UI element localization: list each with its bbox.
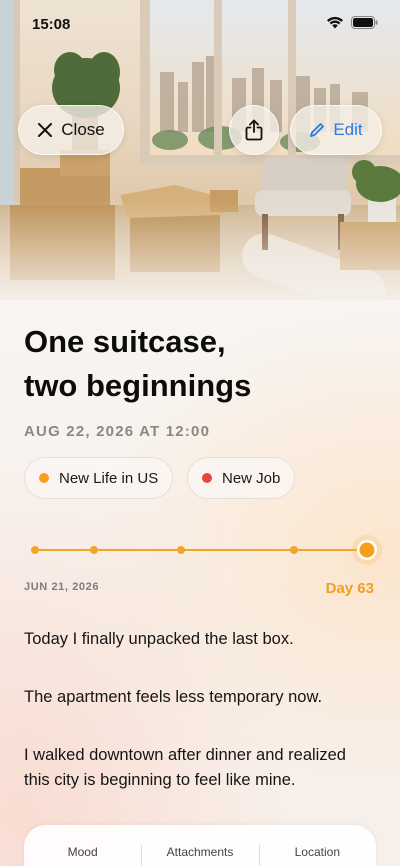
- timeline-marker[interactable]: [31, 546, 39, 554]
- share-button[interactable]: [229, 105, 279, 155]
- tag-label: New Job: [222, 469, 281, 487]
- status-icons: [326, 16, 378, 29]
- status-time: 15:08: [32, 16, 71, 33]
- status-bar: 15:08: [0, 0, 400, 50]
- tab-mood[interactable]: Mood: [24, 825, 141, 866]
- entry-title-line-2: two beginnings: [24, 368, 252, 403]
- timeline[interactable]: [0, 530, 400, 570]
- battery-icon: [351, 16, 378, 29]
- tag-color-dot: [202, 473, 212, 483]
- timeline-current-marker[interactable]: [359, 542, 375, 558]
- edit-label: Edit: [333, 120, 363, 139]
- tab-location[interactable]: Location: [258, 825, 376, 866]
- entry-title: One suitcase, two beginnings: [24, 320, 374, 408]
- timeline-marker[interactable]: [177, 546, 185, 554]
- pencil-icon: [310, 123, 325, 137]
- entry-body: Today I finally unpacked the last box. T…: [24, 627, 376, 826]
- share-icon: [245, 119, 263, 141]
- close-label: Close: [61, 120, 105, 139]
- edit-button[interactable]: Edit: [290, 105, 382, 155]
- timeline-marker[interactable]: [90, 546, 98, 554]
- entry-title-line-1: One suitcase,: [24, 324, 226, 359]
- tag-new-life-in-us[interactable]: New Life in US: [24, 457, 174, 499]
- timeline-start-date: JUN 21, 2026: [24, 581, 100, 593]
- timeline-day-count: Day 63: [325, 580, 374, 597]
- entry-paragraph: The apartment feels less temporary now.: [24, 688, 323, 706]
- tag-color-dot: [39, 473, 49, 483]
- timeline-marker[interactable]: [290, 546, 298, 554]
- entry-date: AUG 22, 2026 AT 12:00: [24, 423, 211, 440]
- close-icon: [38, 123, 53, 137]
- wifi-icon: [327, 16, 343, 29]
- tag-new-job[interactable]: New Job: [187, 457, 296, 499]
- bottom-tab-bar: Mood Attachments Location: [24, 825, 376, 866]
- tab-attachments[interactable]: Attachments: [141, 825, 258, 866]
- entry-paragraph: Today I finally unpacked the last box.: [24, 630, 294, 648]
- close-button[interactable]: Close: [18, 105, 124, 155]
- entry-paragraph: I walked downtown after dinner and reali…: [24, 746, 346, 789]
- tag-label: New Life in US: [59, 469, 159, 487]
